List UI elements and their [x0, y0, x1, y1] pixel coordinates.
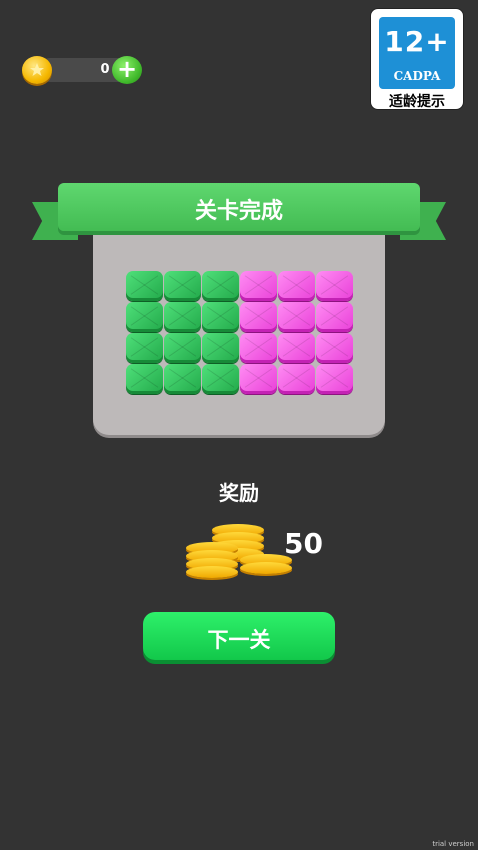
stack-coin — [240, 562, 292, 574]
next-level-label: 下一关 — [207, 628, 271, 652]
stack-coin — [186, 566, 238, 578]
green-block — [164, 271, 201, 301]
next-level-button[interactable]: 下一关 — [143, 612, 335, 660]
reward-amount: 50 — [284, 527, 323, 560]
level-complete-title: 关卡完成 — [194, 199, 283, 224]
pink-block — [278, 333, 315, 363]
green-block — [202, 333, 239, 363]
reward-label: 奖励 — [219, 481, 259, 505]
age-rating-badge: 12+ CADPA 适龄提示 — [370, 8, 464, 110]
pink-block — [240, 333, 277, 363]
green-block — [202, 271, 239, 301]
green-block — [126, 364, 163, 394]
green-block — [126, 333, 163, 363]
green-block — [164, 333, 201, 363]
age-rating-value: 12+ — [384, 25, 450, 58]
add-coins-button[interactable]: + — [112, 56, 142, 84]
trial-watermark: trial version — [432, 840, 474, 848]
coin-counter: 0 + — [22, 56, 146, 84]
coin-icon — [22, 56, 52, 84]
block-grid — [126, 271, 354, 397]
green-block — [126, 302, 163, 332]
coin-stack-icon — [184, 520, 296, 582]
pink-block — [316, 364, 353, 394]
pink-block — [278, 302, 315, 332]
age-rating-org: CADPA — [393, 69, 441, 83]
pink-block — [316, 302, 353, 332]
pink-block — [316, 271, 353, 301]
green-block — [164, 302, 201, 332]
level-complete-banner: 关卡完成 — [58, 183, 420, 231]
pink-block — [278, 364, 315, 394]
pink-block — [316, 333, 353, 363]
pink-block — [240, 302, 277, 332]
green-block — [164, 364, 201, 394]
pink-block — [278, 271, 315, 301]
green-block — [126, 271, 163, 301]
green-block — [202, 302, 239, 332]
age-rating-hint: 适龄提示 — [389, 94, 445, 110]
pink-block — [240, 271, 277, 301]
green-block — [202, 364, 239, 394]
pink-block — [240, 364, 277, 394]
age-rating-box: 12+ CADPA — [379, 17, 455, 89]
